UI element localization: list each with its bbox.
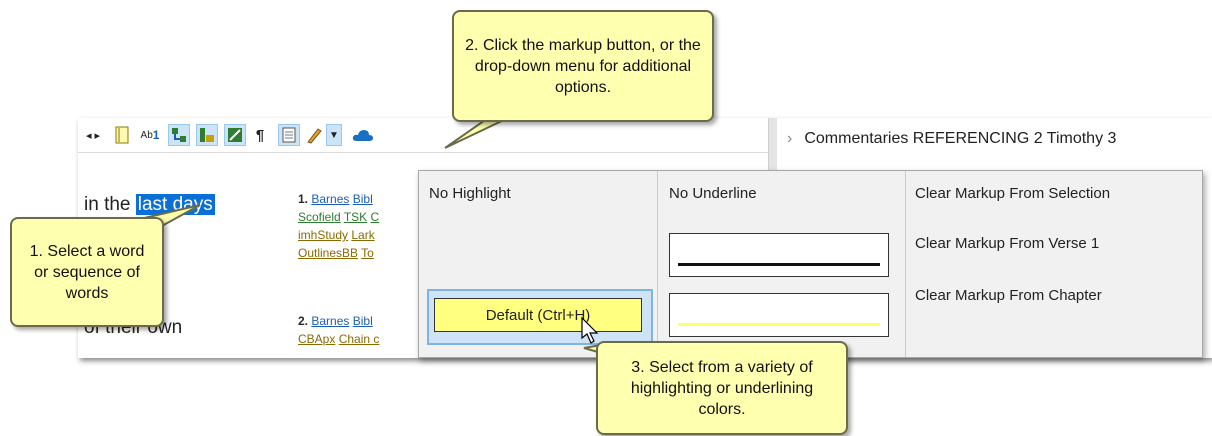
callout-select-colors: 3. Select from a variety of highlighting… <box>596 341 848 435</box>
